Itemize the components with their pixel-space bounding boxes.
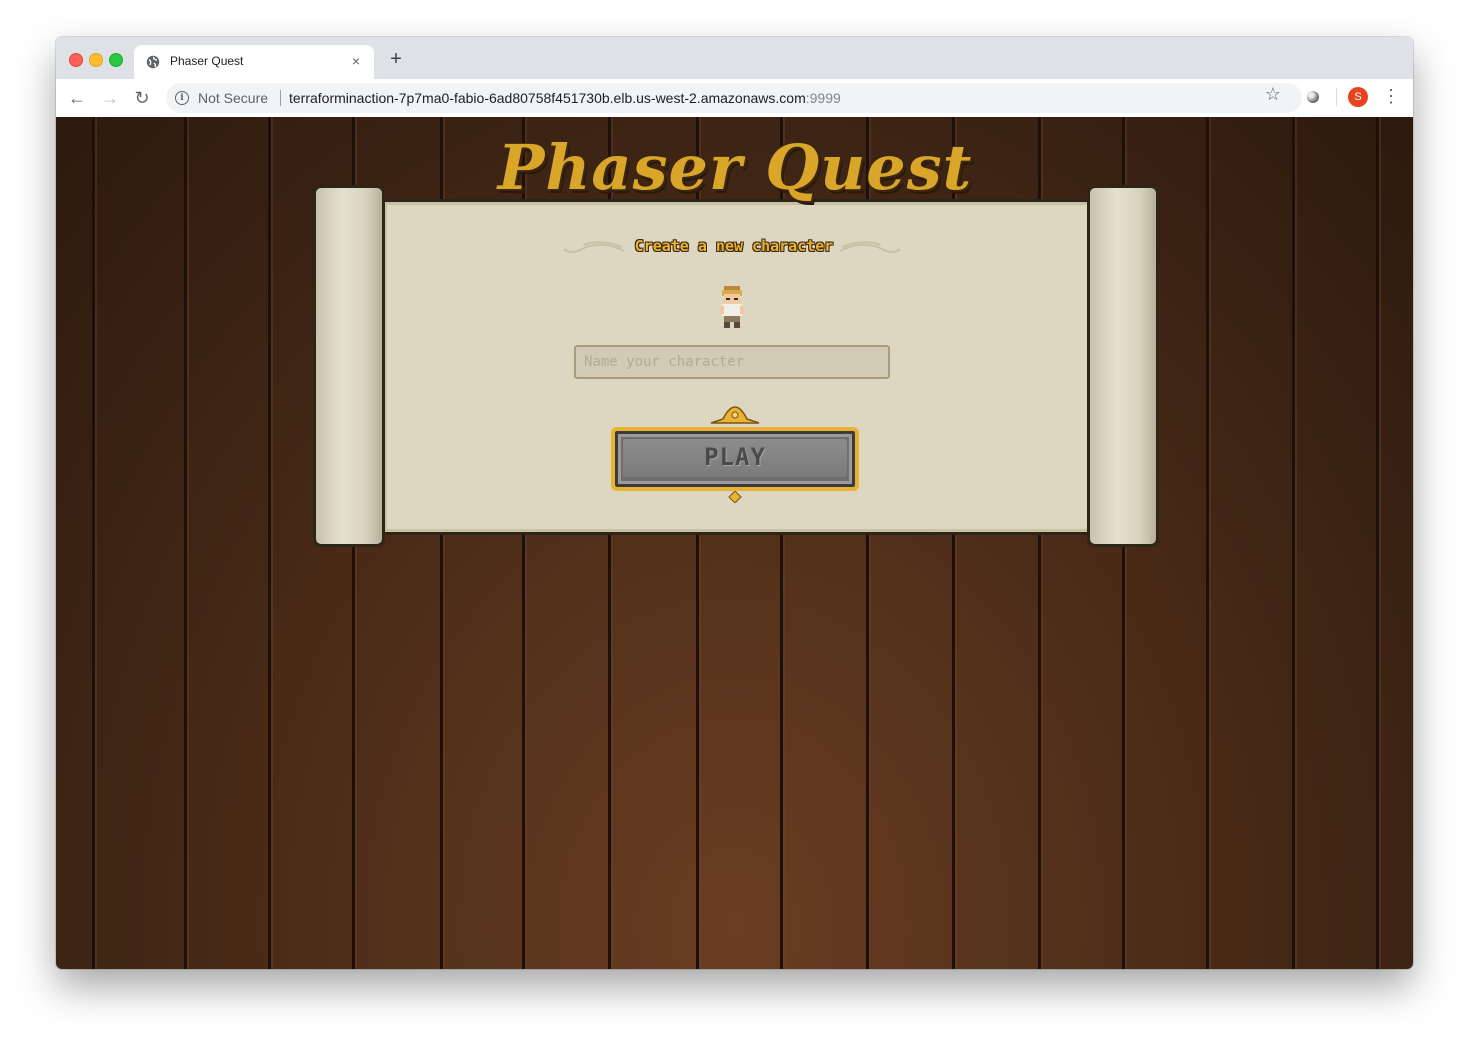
- reload-button[interactable]: ↻: [131, 87, 153, 109]
- info-icon[interactable]: i: [175, 91, 189, 105]
- wood-plank-seam: [184, 117, 187, 969]
- crest-ornament: [710, 406, 760, 424]
- game-canvas[interactable]: Phaser Quest Create a new character Name…: [56, 117, 1413, 969]
- url-host: terraforminaction-7p7ma0-fabio-6ad80758f…: [289, 90, 806, 106]
- play-button[interactable]: PLAY: [611, 427, 859, 491]
- security-label[interactable]: Not Secure: [198, 90, 268, 106]
- wood-plank-seam: [1206, 117, 1209, 969]
- right-flourish-ornament: [839, 241, 901, 253]
- character-sprite: [720, 286, 744, 328]
- wood-plank-seam: [268, 117, 271, 969]
- minimize-window-button[interactable]: [89, 53, 103, 67]
- scroll-roll-left: [313, 185, 385, 547]
- extension-icon[interactable]: [1307, 91, 1319, 103]
- close-window-button[interactable]: [69, 53, 83, 67]
- wood-plank-seam: [92, 117, 95, 969]
- bookmark-star-icon[interactable]: ☆: [1262, 84, 1284, 105]
- pin-ornament: [728, 491, 742, 503]
- play-button-label: PLAY: [704, 443, 766, 471]
- character-name-input[interactable]: [574, 345, 890, 379]
- forward-button[interactable]: →: [99, 87, 121, 109]
- browser-toolbar: ← → ↻ i Not Secure terraforminaction-7p7…: [56, 79, 1413, 118]
- wood-plank-seam: [1292, 117, 1295, 969]
- omnibox-divider: [280, 90, 281, 106]
- wood-plank-seam: [1376, 117, 1379, 969]
- url-text[interactable]: terraforminaction-7p7ma0-fabio-6ad80758f…: [289, 90, 841, 106]
- url-port: :9999: [805, 90, 841, 106]
- tab-phaser-quest[interactable]: Phaser Quest ×: [134, 45, 374, 79]
- game-title-logo: Phaser Quest: [497, 131, 973, 204]
- back-button[interactable]: ←: [66, 87, 88, 109]
- address-bar[interactable]: i Not Secure terraforminaction-7p7ma0-fa…: [166, 83, 1302, 113]
- toolbar-divider: [1336, 88, 1337, 106]
- close-tab-icon[interactable]: ×: [348, 53, 364, 69]
- profile-avatar[interactable]: S: [1348, 87, 1368, 107]
- scroll-roll-right: [1087, 185, 1159, 547]
- globe-icon: [146, 55, 160, 69]
- tab-title: Phaser Quest: [170, 54, 244, 68]
- tab-strip: Phaser Quest × +: [56, 37, 1413, 79]
- play-button-frame: PLAY: [611, 405, 859, 505]
- zoom-window-button[interactable]: [109, 53, 123, 67]
- browser-menu-icon[interactable]: ⋮: [1382, 85, 1400, 107]
- new-tab-button[interactable]: +: [386, 49, 406, 69]
- browser-window: Phaser Quest × + ← → ↻ i Not Secure terr…: [56, 37, 1413, 969]
